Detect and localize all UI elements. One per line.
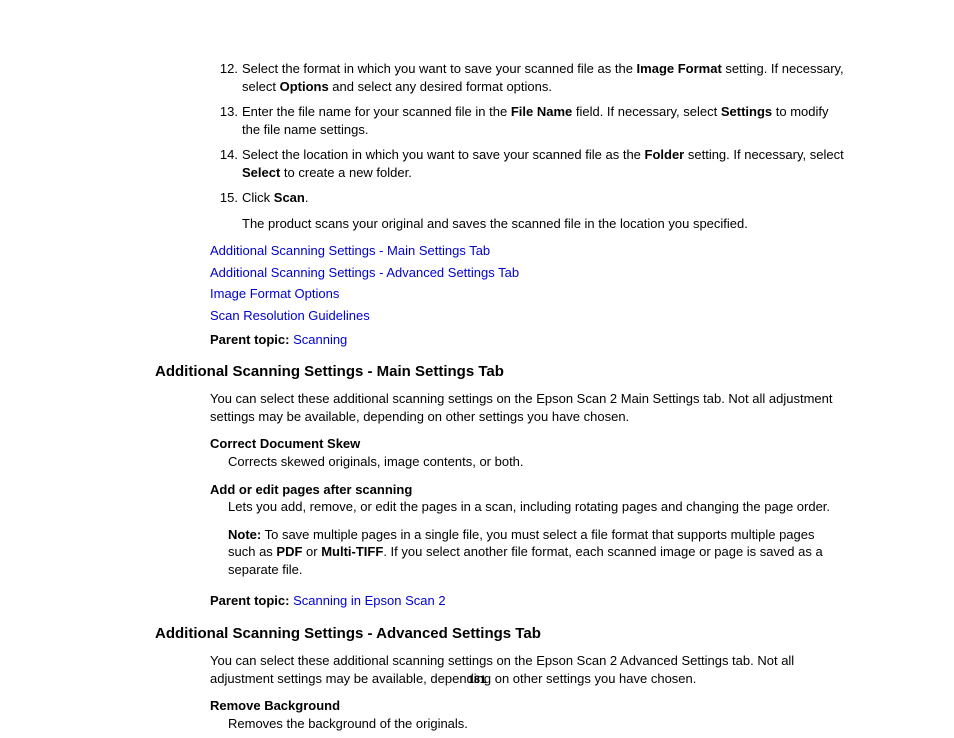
definition-description: Removes the background of the originals. xyxy=(210,715,844,733)
note-block: Note: To save multiple pages in a single… xyxy=(155,526,844,579)
parent-topic-label: Parent topic: xyxy=(210,593,293,608)
step-body: Select the location in which you want to… xyxy=(242,146,844,181)
step-number: 15. xyxy=(210,189,242,207)
step-number: 12. xyxy=(210,60,242,95)
definition-block: Add or edit pages after scanningLets you… xyxy=(155,481,844,516)
related-link[interactable]: Additional Scanning Settings - Main Sett… xyxy=(210,242,844,260)
definition-description: Corrects skewed originals, image content… xyxy=(210,453,844,471)
related-link[interactable]: Additional Scanning Settings - Advanced … xyxy=(210,264,844,282)
related-link[interactable]: Image Format Options xyxy=(210,285,844,303)
parent-topic-label: Parent topic: xyxy=(210,332,293,347)
list-step: 12.Select the format in which you want t… xyxy=(155,60,844,95)
definition-term: Add or edit pages after scanning xyxy=(210,481,844,499)
list-step: 15.Click Scan. xyxy=(155,189,844,207)
numbered-steps: 12.Select the format in which you want t… xyxy=(155,60,844,207)
step-body: Click Scan. xyxy=(242,189,844,207)
parent-topic-link[interactable]: Scanning in Epson Scan 2 xyxy=(293,593,446,608)
page-number: 181 xyxy=(0,673,954,688)
definition-description: Lets you add, remove, or edit the pages … xyxy=(210,498,844,516)
related-link[interactable]: Scan Resolution Guidelines xyxy=(210,307,844,325)
post-step-text: The product scans your original and save… xyxy=(155,215,844,233)
section-heading-advanced-settings: Additional Scanning Settings - Advanced … xyxy=(155,624,844,644)
definition-block: Remove BackgroundRemoves the background … xyxy=(155,697,844,732)
document-page: 12.Select the format in which you want t… xyxy=(0,0,954,738)
definition-term: Correct Document Skew xyxy=(210,435,844,453)
list-step: 14.Select the location in which you want… xyxy=(155,146,844,181)
section1-intro: You can select these additional scanning… xyxy=(155,390,844,425)
step-number: 14. xyxy=(210,146,242,181)
step-number: 13. xyxy=(210,103,242,138)
parent-topic-link[interactable]: Scanning xyxy=(293,332,347,347)
step-body: Select the format in which you want to s… xyxy=(242,60,844,95)
list-step: 13.Enter the file name for your scanned … xyxy=(155,103,844,138)
step-body: Enter the file name for your scanned fil… xyxy=(242,103,844,138)
parent-topic-top: Parent topic: Scanning xyxy=(155,331,844,349)
section-heading-main-settings: Additional Scanning Settings - Main Sett… xyxy=(155,362,844,382)
parent-topic-section1: Parent topic: Scanning in Epson Scan 2 xyxy=(155,592,844,610)
note-label: Note: xyxy=(228,527,261,542)
definition-block: Correct Document SkewCorrects skewed ori… xyxy=(155,435,844,470)
related-links: Additional Scanning Settings - Main Sett… xyxy=(155,242,844,324)
definition-term: Remove Background xyxy=(210,697,844,715)
